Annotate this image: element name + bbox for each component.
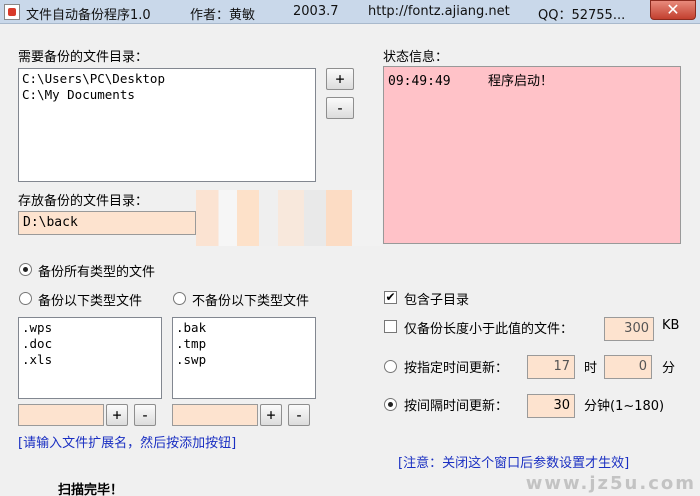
source-dirs-label: 需要备份的文件目录： xyxy=(18,50,149,65)
include-types-radio[interactable] xyxy=(19,292,32,305)
settings-notice: [注意：关闭这个窗口后参数设置才生效] xyxy=(398,456,630,471)
remove-source-button[interactable]: - xyxy=(326,97,354,119)
hour-input[interactable]: 17 xyxy=(527,355,575,379)
fixed-time-label: 按指定时间更新： xyxy=(404,361,509,376)
size-limit-label: 仅备份长度小于此值的文件： xyxy=(404,322,574,337)
list-item[interactable]: .tmp xyxy=(176,336,312,352)
include-types-label: 备份以下类型文件 xyxy=(38,294,143,309)
status-log: 09:49:49 程序启动！ xyxy=(383,66,681,244)
status-time: 09:49:49 xyxy=(388,74,451,89)
qq-text: QQ：52755... xyxy=(538,8,626,23)
backup-all-radio[interactable] xyxy=(19,263,32,276)
year-text: 2003.7 xyxy=(293,4,339,19)
status-message: 程序启动！ xyxy=(488,74,554,89)
add-source-button[interactable]: + xyxy=(326,68,354,90)
backup-all-label: 备份所有类型的文件 xyxy=(38,265,156,280)
status-entry: 09:49:49 程序启动！ xyxy=(388,70,676,89)
list-item[interactable]: .bak xyxy=(176,320,312,336)
author-text: 作者：黄敏 xyxy=(190,8,256,23)
list-item[interactable]: .xls xyxy=(22,352,158,368)
fixed-time-radio[interactable] xyxy=(384,360,397,373)
exclude-add-button[interactable]: + xyxy=(260,404,282,426)
exclude-types-label: 不备份以下类型文件 xyxy=(192,294,310,309)
size-limit-input[interactable]: 300 xyxy=(604,317,654,341)
interval-label: 按间隔时间更新： xyxy=(404,399,509,414)
include-ext-input[interactable] xyxy=(18,404,104,426)
watermark: www.jz5u.com xyxy=(525,473,696,494)
exclude-types-radio[interactable] xyxy=(173,292,186,305)
app-icon xyxy=(4,4,20,20)
backup-dir-label: 存放备份的文件目录： xyxy=(18,194,149,209)
include-remove-button[interactable]: - xyxy=(134,404,156,426)
exclude-remove-button[interactable]: - xyxy=(288,404,310,426)
hour-unit: 时 xyxy=(584,361,598,376)
list-item[interactable]: .swp xyxy=(176,352,312,368)
minute-unit: 分 xyxy=(662,361,676,376)
list-item[interactable]: C:\Users\PC\Desktop xyxy=(22,71,312,87)
redacted-area xyxy=(196,190,382,246)
exclude-ext-input[interactable] xyxy=(172,404,258,426)
scan-status: 扫描完毕！ xyxy=(58,483,124,496)
close-icon: ✕ xyxy=(666,0,680,19)
interval-unit: 分钟(1~180) xyxy=(584,399,665,414)
interval-input[interactable]: 30 xyxy=(527,394,575,418)
source-dirs-list[interactable]: C:\Users\PC\Desktop C:\My Documents xyxy=(18,68,316,182)
interval-radio[interactable] xyxy=(384,398,397,411)
exclude-types-list[interactable]: .bak .tmp .swp xyxy=(172,317,316,399)
minute-input[interactable]: 0 xyxy=(604,355,652,379)
size-unit: KB xyxy=(662,318,680,333)
include-types-list[interactable]: .wps .doc .xls xyxy=(18,317,162,399)
size-limit-checkbox[interactable] xyxy=(384,320,397,333)
window-title: 文件自动备份程序1.0 xyxy=(26,8,151,23)
url-text: http://fontz.ajiang.net xyxy=(368,4,510,19)
status-label: 状态信息： xyxy=(383,50,449,65)
list-item[interactable]: .wps xyxy=(22,320,158,336)
extension-hint: [请输入文件扩展名，然后按添加按钮] xyxy=(18,436,237,451)
include-add-button[interactable]: + xyxy=(106,404,128,426)
title-bar: 文件自动备份程序1.0 作者：黄敏 2003.7 http://fontz.aj… xyxy=(0,0,700,24)
list-item[interactable]: .doc xyxy=(22,336,158,352)
backup-dir-input[interactable]: D:\back xyxy=(18,211,196,235)
include-subdirs-checkbox[interactable]: ✔ xyxy=(384,291,397,304)
include-subdirs-label: 包含子目录 xyxy=(404,293,470,308)
close-button[interactable]: ✕ xyxy=(650,0,696,20)
list-item[interactable]: C:\My Documents xyxy=(22,87,312,103)
